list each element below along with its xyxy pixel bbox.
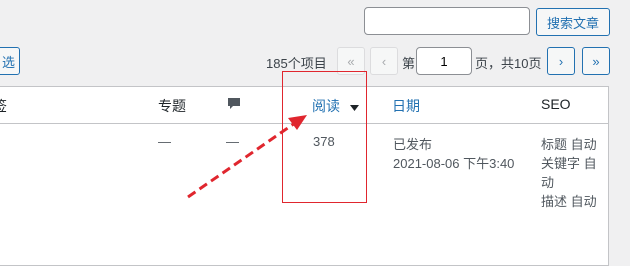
annotation-arrow (187, 115, 307, 199)
